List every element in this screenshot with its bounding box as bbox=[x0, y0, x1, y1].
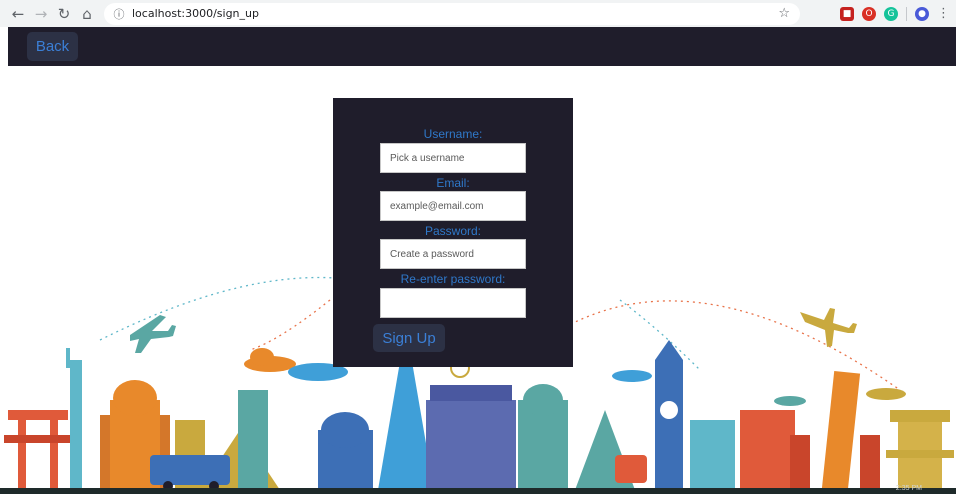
profile-avatar-icon[interactable]: ● bbox=[915, 6, 929, 21]
toolbar-divider bbox=[906, 6, 907, 21]
back-arrow-icon[interactable]: ← bbox=[7, 3, 29, 25]
password-input[interactable] bbox=[380, 239, 526, 269]
extension-grammarly-icon[interactable]: G bbox=[884, 6, 898, 21]
clock-text: 2:35 PM bbox=[895, 485, 922, 492]
email-label: Email: bbox=[436, 176, 470, 190]
statue-of-liberty bbox=[70, 360, 82, 490]
app-navbar: Back bbox=[8, 27, 956, 66]
star-icon[interactable]: ☆ bbox=[778, 6, 790, 21]
menu-dots-icon[interactable]: ⋮ bbox=[937, 6, 950, 21]
plane-right-icon bbox=[800, 308, 857, 347]
extensions-bar: ■ O G ● ⋮ bbox=[840, 6, 950, 21]
pagoda bbox=[890, 410, 950, 422]
email-input[interactable] bbox=[380, 191, 526, 221]
reenter-password-label: Re-enter password: bbox=[400, 272, 506, 286]
torii-gate bbox=[8, 410, 68, 420]
os-taskbar: 2:35 PM bbox=[0, 485, 956, 494]
extension-opera-icon[interactable]: O bbox=[862, 6, 876, 21]
signup-button[interactable]: Sign Up bbox=[373, 324, 445, 352]
bus bbox=[150, 455, 230, 485]
eiffel-tower bbox=[378, 350, 434, 490]
plane-left-icon bbox=[130, 315, 176, 353]
reenter-password-input[interactable] bbox=[380, 288, 526, 318]
monument bbox=[690, 420, 735, 490]
signup-form-card: Username: Email: Password: Re-enter pass… bbox=[333, 98, 573, 367]
password-label: Password: bbox=[424, 224, 482, 238]
reload-icon[interactable]: ↻ bbox=[53, 3, 75, 25]
brandenburg-gate bbox=[426, 400, 516, 490]
cloud-yellow bbox=[866, 388, 906, 400]
username-label: Username: bbox=[423, 127, 483, 141]
extension-red-icon[interactable]: ■ bbox=[840, 6, 854, 21]
cloud-blue-right bbox=[612, 370, 652, 382]
leaning-tower bbox=[821, 370, 861, 492]
username-input[interactable] bbox=[380, 143, 526, 173]
big-ben bbox=[655, 360, 683, 490]
camera-icon bbox=[615, 455, 647, 483]
address-bar[interactable]: ⓘ localhost:3000/sign_up ☆ bbox=[104, 2, 800, 25]
browser-toolbar: ← → ↻ ⌂ ⓘ localhost:3000/sign_up ☆ ■ O G… bbox=[0, 0, 956, 27]
info-icon[interactable]: ⓘ bbox=[110, 6, 128, 22]
back-button[interactable]: Back bbox=[27, 32, 78, 61]
moai bbox=[860, 435, 880, 490]
home-icon[interactable]: ⌂ bbox=[76, 3, 98, 25]
address-url[interactable]: localhost:3000/sign_up bbox=[132, 7, 259, 20]
passport bbox=[238, 390, 268, 490]
flight-arc-left-orange bbox=[249, 299, 331, 351]
colosseum bbox=[740, 410, 795, 490]
forward-arrow-icon[interactable]: → bbox=[30, 3, 52, 25]
